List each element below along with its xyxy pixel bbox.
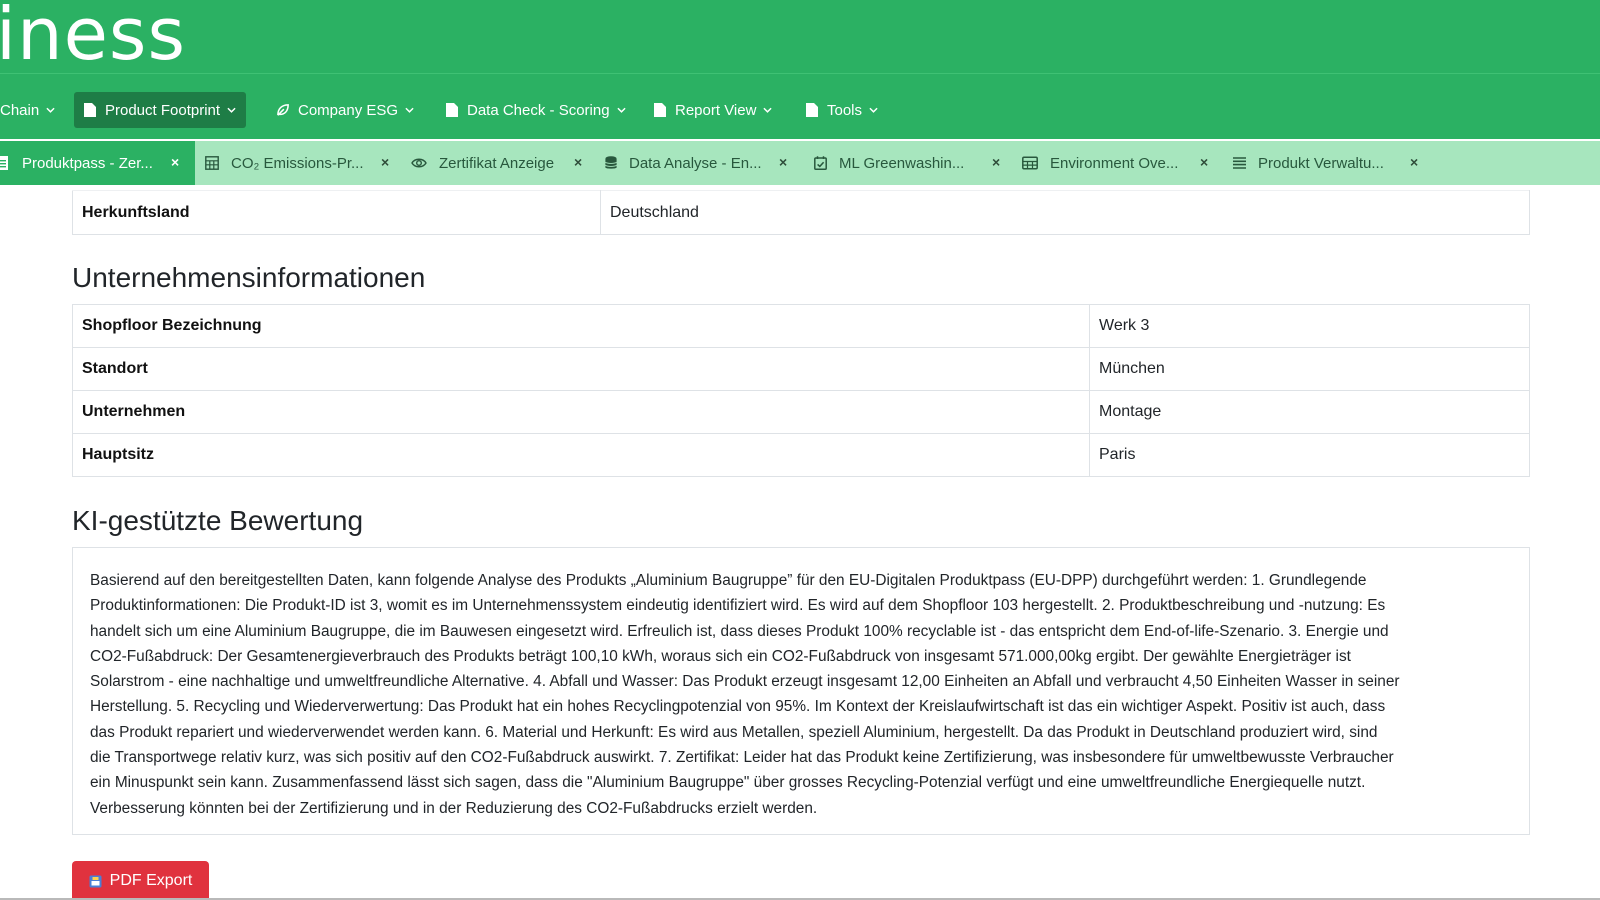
list-icon	[1233, 157, 1246, 169]
nav-item-label: Report View	[675, 101, 757, 119]
tab-close-button[interactable]: ×	[992, 154, 1000, 170]
text-line: Produktinformationen: Die Produkt-ID ist…	[90, 597, 1386, 615]
row-key: Shopfloor Bezeichnung	[72, 304, 1090, 348]
chevron-down-icon	[46, 107, 55, 113]
tab-close-button[interactable]: ×	[381, 154, 389, 170]
file-icon	[806, 103, 818, 117]
nav-item-label: Product Footprint	[105, 101, 221, 119]
company-info-table: Shopfloor Bezeichnung Werk 3 Standort Mü…	[72, 304, 1530, 477]
company-section-title: Unternehmensinformationen	[72, 262, 426, 293]
chevron-down-icon	[616, 107, 626, 113]
tab-close-button[interactable]: ×	[574, 154, 582, 170]
text-line: Herstellung. 5. Recycling und Wiederverw…	[90, 698, 1386, 716]
chevron-down-icon	[405, 107, 414, 113]
tab-produktpass[interactable]: Produktpass - Zer... ×	[0, 141, 195, 185]
row-key: Hauptsitz	[72, 433, 1090, 477]
nav-item-chain[interactable]: Chain	[0, 92, 65, 128]
text-line: handelt sich um eine Aluminium Baugruppe…	[90, 622, 1389, 640]
list-icon	[0, 156, 8, 170]
nav-item-label: Chain	[0, 101, 40, 119]
brand-header: iness	[0, 0, 1600, 73]
nav-item-report-view[interactable]: Report View	[644, 92, 782, 128]
row-key: Standort	[72, 347, 1090, 391]
row-value: Montage	[1089, 390, 1530, 434]
text-line: das Produkt repariert und wiederverwende…	[90, 723, 1378, 741]
tab-strip: Produktpass - Zer... × CO₂ Emissions-Pr.…	[0, 141, 1600, 185]
text-line: die Transportwege relativ kurz, was sich…	[90, 749, 1394, 767]
tab-close-button[interactable]: ×	[1200, 154, 1208, 170]
nav-item-label: Company ESG	[298, 101, 399, 119]
nav-item-company-esg[interactable]: Company ESG	[267, 92, 424, 128]
calendar-check-icon	[814, 156, 827, 170]
leaf-icon	[277, 104, 289, 116]
tab-zertifikat-anzeige[interactable]: Zertifikat Anzeige ×	[411, 141, 591, 185]
file-icon	[446, 103, 458, 117]
text-line: ein Minuspunkt sein kann. Zusammenfassen…	[90, 774, 1366, 792]
text-line: Solarstrom - eine nachhaltige und umwelt…	[90, 673, 1400, 691]
product-info-table: Herkunftsland Deutschland	[72, 190, 1530, 235]
table-row: Shopfloor Bezeichnung Werk 3	[72, 304, 1530, 348]
nav-item-product-footprint[interactable]: Product Footprint	[74, 92, 247, 128]
ai-assessment-text: Basierend auf den bereitgestellten Daten…	[72, 547, 1530, 835]
file-icon	[654, 103, 666, 117]
tab-close-button[interactable]: ×	[779, 154, 787, 170]
tab-close-button[interactable]: ×	[171, 154, 179, 170]
nav-item-label: Tools	[827, 101, 863, 119]
pdf-export-button[interactable]: PDF Export	[72, 861, 209, 900]
database-icon	[605, 156, 617, 169]
tab-environment-overview[interactable]: Environment Ove... ×	[1022, 141, 1218, 185]
tab-label: Produktpass - Zer...	[22, 154, 153, 172]
eye-icon	[411, 158, 427, 168]
tab-co2-emissions[interactable]: CO₂ Emissions-Pr... ×	[205, 141, 405, 185]
row-value: Werk 3	[1089, 304, 1530, 348]
tab-close-button[interactable]: ×	[1410, 154, 1418, 170]
text-line: Basierend auf den bereitgestellten Daten…	[90, 572, 1367, 589]
file-icon	[84, 103, 96, 117]
text-line: Verbesserung könnten bei der Zertifizier…	[90, 799, 818, 817]
row-value: Paris	[1089, 433, 1530, 477]
nav-item-tools[interactable]: Tools	[796, 92, 888, 128]
tab-label: Environment Ove...	[1050, 154, 1179, 172]
tab-label: Produkt Verwaltu...	[1258, 154, 1384, 172]
chevron-down-icon	[227, 107, 236, 113]
chevron-down-icon	[763, 107, 773, 113]
brand-title: iness	[0, 0, 186, 73]
table-row: Herkunftsland Deutschland	[72, 190, 1530, 235]
tab-label: CO₂ Emissions-Pr...	[231, 154, 364, 172]
table-row: Unternehmen Montage	[72, 390, 1530, 434]
row-key: Unternehmen	[72, 390, 1090, 434]
tab-ml-greenwashing[interactable]: ML Greenwashin... ×	[814, 141, 1010, 185]
tab-label: Data Analyse - En...	[629, 154, 762, 172]
tab-produkt-verwaltung[interactable]: Produkt Verwaltu... ×	[1233, 141, 1429, 185]
ai-section-title: KI-gestützte Bewertung	[72, 505, 364, 536]
grid-icon	[1022, 156, 1038, 170]
row-key: Herkunftsland	[72, 190, 601, 235]
tab-data-analyse[interactable]: Data Analyse - En... ×	[605, 141, 801, 185]
row-value: München	[1089, 347, 1530, 391]
pdf-export-label: PDF Export	[109, 872, 193, 889]
table-row: Hauptsitz Paris	[72, 433, 1530, 477]
pdf-icon	[89, 875, 102, 887]
text-line: CO2-Fußabdruck: Der Gesamtenergieverbrau…	[90, 647, 1351, 665]
main-nav: Chain Product Footprint Company ESG Data…	[0, 73, 1600, 139]
row-value: Deutschland	[600, 190, 1530, 235]
table-icon	[205, 156, 219, 170]
nav-item-label: Data Check - Scoring	[467, 101, 610, 119]
tab-label: Zertifikat Anzeige	[439, 154, 555, 172]
table-row: Standort München	[72, 347, 1530, 391]
chevron-down-icon	[869, 107, 878, 113]
tab-label: ML Greenwashin...	[839, 154, 965, 172]
nav-item-data-check-scoring[interactable]: Data Check - Scoring	[436, 92, 636, 128]
